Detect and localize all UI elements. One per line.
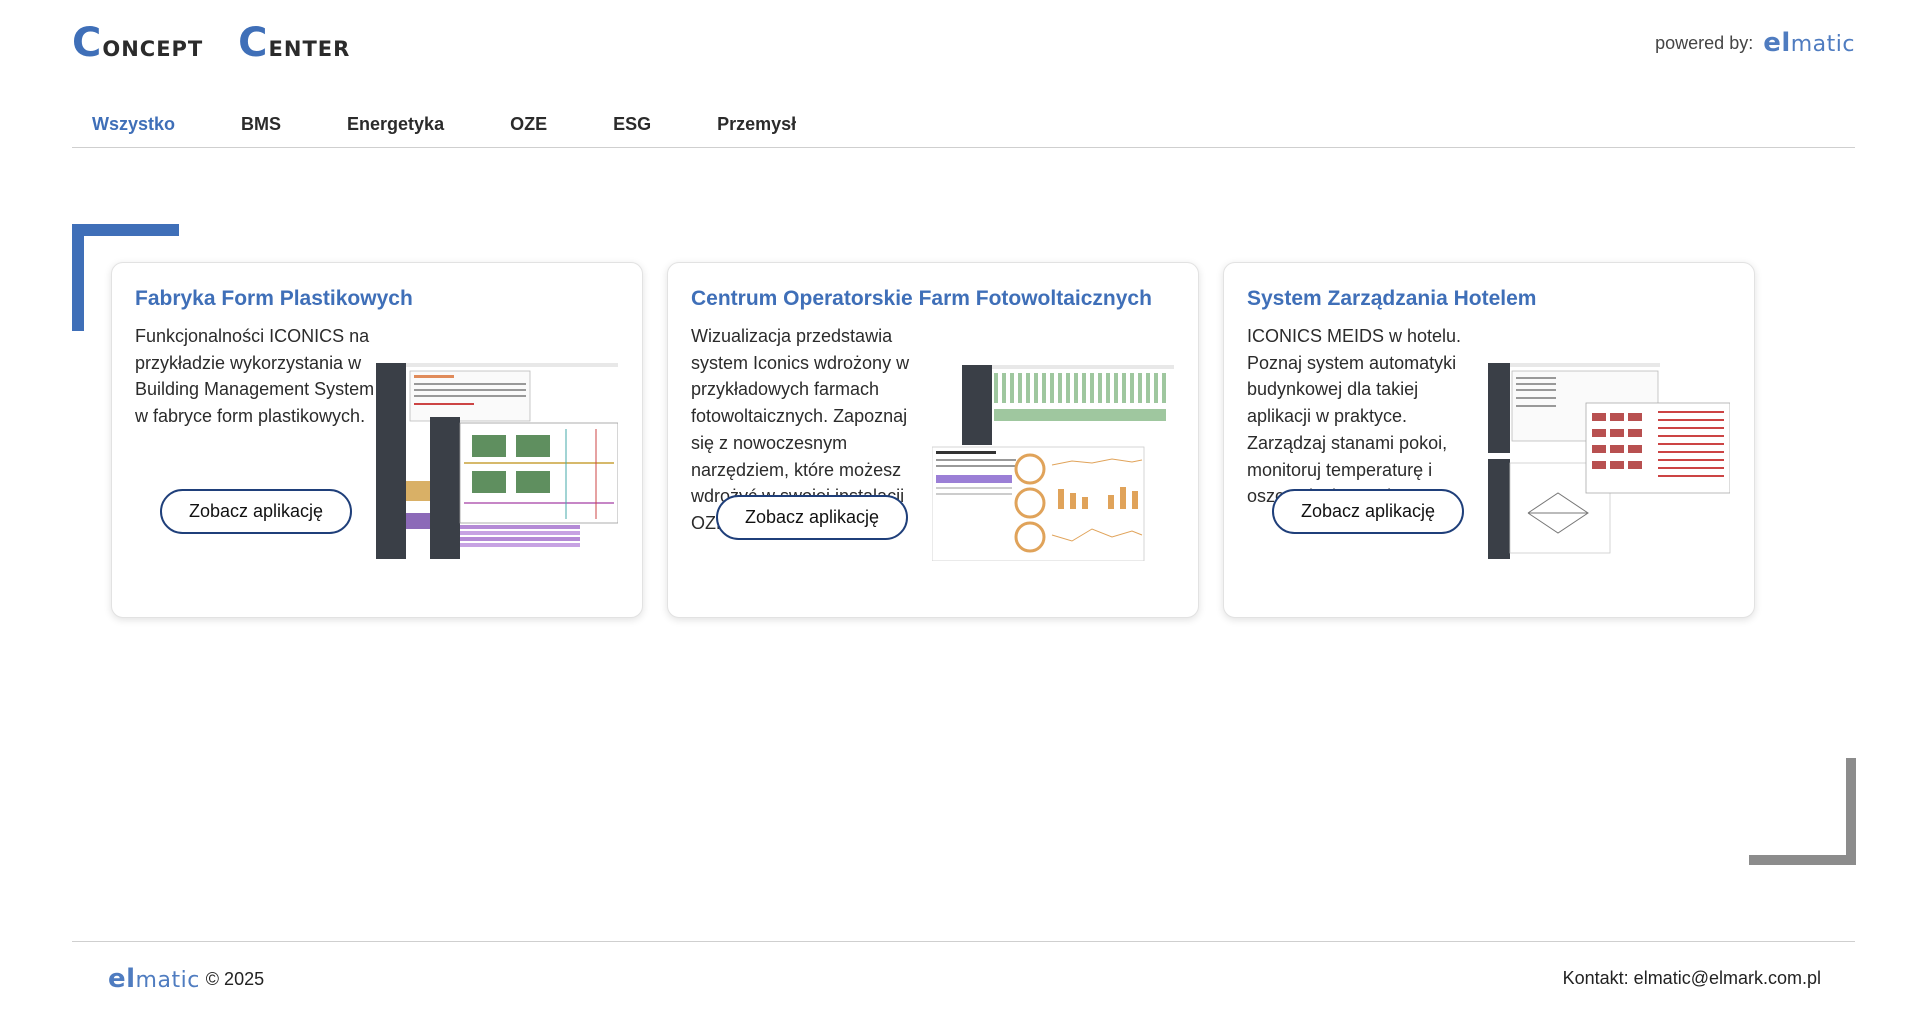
logo-word: enter xyxy=(268,29,351,64)
header: Concept Center powered by: elmatic xyxy=(72,18,1855,68)
logo-letter: C xyxy=(238,20,269,66)
card-description: ICONICS MEIDS w hotelu. Poznaj system au… xyxy=(1247,326,1462,506)
elmatic-logo-mark: el xyxy=(108,964,136,994)
decorative-corner-bottom-right xyxy=(1749,758,1856,865)
view-app-button[interactable]: Zobacz aplikację xyxy=(1272,489,1464,534)
powered-by-label: powered by: xyxy=(1655,32,1754,53)
card-description: Funkcjonalności ICONICS na przykładzie w… xyxy=(135,326,375,427)
tab-wszystko[interactable]: Wszystko xyxy=(72,108,195,147)
card-title: System Zarządzania Hotelem xyxy=(1247,287,1537,310)
app-preview-screenshot xyxy=(1488,363,1730,559)
tab-energetyka[interactable]: Energetyka xyxy=(327,108,464,147)
view-app-button[interactable]: Zobacz aplikację xyxy=(716,495,908,540)
elmatic-logo-text: matic xyxy=(135,968,200,993)
tab-esg[interactable]: ESG xyxy=(593,108,671,147)
contact-info: Kontakt: elmatic@elmark.com.pl xyxy=(1562,968,1821,988)
concept-center-logo[interactable]: Concept Center xyxy=(72,20,350,66)
copyright: © 2025 xyxy=(205,968,265,989)
app-cards: Fabryka Form Plastikowych Funkcjonalnośc… xyxy=(111,262,1755,618)
logo-word: oncept xyxy=(102,29,204,64)
app-preview-screenshot xyxy=(932,365,1174,561)
elmatic-logo[interactable]: elmatic xyxy=(108,964,200,994)
card-title: Fabryka Form Plastikowych xyxy=(135,287,413,310)
tab-oze[interactable]: OZE xyxy=(490,108,567,147)
app-preview-screenshot xyxy=(376,363,618,559)
category-nav: Wszystko BMS Energetyka OZE ESG Przemysł xyxy=(72,108,1855,148)
powered-by: powered by: elmatic xyxy=(1655,28,1855,58)
logo-letter: C xyxy=(72,20,103,66)
elmatic-logo-mark: el xyxy=(1763,28,1791,58)
tab-przemysl[interactable]: Przemysł xyxy=(697,108,816,147)
app-card-hotel: System Zarządzania Hotelem ICONICS MEIDS… xyxy=(1223,262,1755,618)
tab-bms[interactable]: BMS xyxy=(221,108,301,147)
elmatic-logo-text: matic xyxy=(1790,32,1855,57)
footer-divider xyxy=(72,941,1855,942)
footer-brand: elmatic © 2025 xyxy=(108,964,264,994)
elmatic-logo[interactable]: elmatic xyxy=(1763,28,1855,58)
app-card-fotowoltaika: Centrum Operatorskie Farm Fotowoltaiczny… xyxy=(667,262,1199,618)
card-title: Centrum Operatorskie Farm Fotowoltaiczny… xyxy=(691,287,1152,310)
view-app-button[interactable]: Zobacz aplikację xyxy=(160,489,352,534)
app-card-fabryka: Fabryka Form Plastikowych Funkcjonalnośc… xyxy=(111,262,643,618)
